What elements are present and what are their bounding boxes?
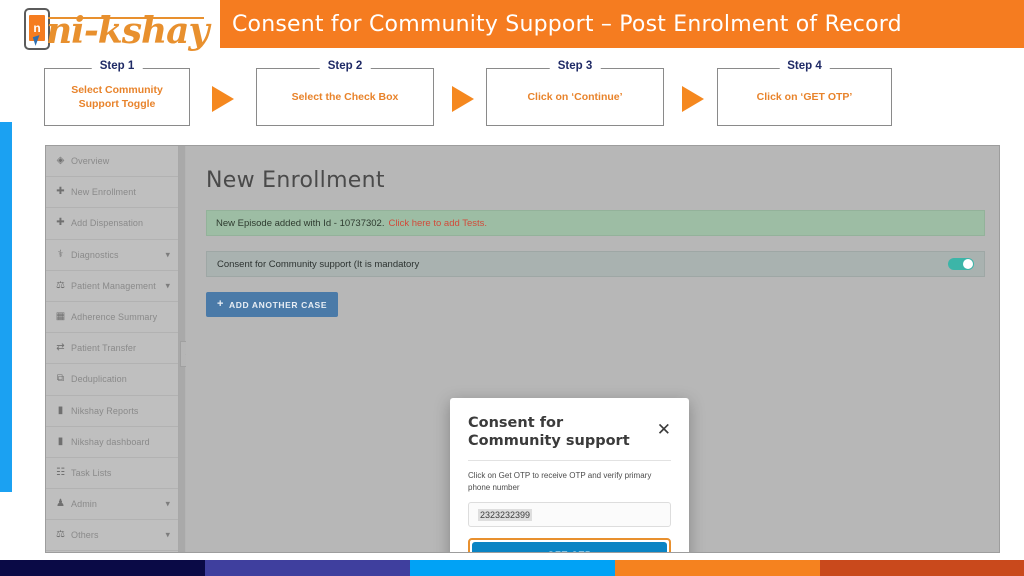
alert-message: New Episode added with Id - 10737302. [216,217,385,229]
step-label-3: Step 3 [549,60,601,72]
close-icon[interactable]: ✕ [657,422,671,439]
get-otp-button[interactable]: GET OTP [472,542,667,552]
dashboard-icon: ◈ [56,155,65,167]
sidebar-item-add-dispensation[interactable]: ✚ Add Dispensation [46,208,178,240]
transfer-arrows-icon: ⇄ [56,342,65,354]
sidebar-item-label: Others [71,530,99,541]
community-support-toggle[interactable] [948,258,974,270]
consent-modal: Consent for Community support ✕ Click on… [450,398,689,552]
bottom-bar-segment-1 [0,560,205,576]
sidebar-item-patient-management[interactable]: ⚖ Patient Management ▾ [46,271,178,302]
modal-divider [468,460,671,462]
page-title-banner: Consent for Community Support – Post Enr… [232,11,902,37]
stethoscope-icon: ⚕ [57,248,64,260]
modal-title: Consent for Community support [468,415,630,450]
sidebar-item-label: Patient Transfer [71,343,137,354]
bottom-bar-segment-5 [820,560,1024,576]
modal-description: Click on Get OTP to receive OTP and veri… [468,471,652,492]
plus-icon: + [217,298,225,310]
step-box-1: Step 1 Select Community Support Toggle [44,60,190,126]
add-another-case-button[interactable]: + ADD ANOTHER CASE [206,292,339,317]
logo-wordmark: ni-kshay [46,10,209,52]
sidebar-item-label: Adherence Summary [71,312,158,323]
calendar-icon: ▦ [55,311,66,323]
step-text-3: Click on ‘Continue’ [527,90,623,103]
chevron-down-icon[interactable]: ▾ [165,499,170,510]
step-text-1: Select Community Support Toggle [71,83,163,110]
slide-root: Consent for Community Support – Post Enr… [0,0,1024,576]
sidebar-item-label: Patient Management [71,280,156,291]
app-sidebar[interactable]: ◈ Overview ✚ New Enrollment ✚ Add Dispen… [46,146,179,552]
success-alert: New Episode added with Id - 10737302. Cl… [206,210,985,236]
chevron-down-icon[interactable]: ▾ [165,249,170,260]
document-icon: ▮ [57,404,64,416]
primary-phone-value: 2323232399 [478,508,533,521]
plus-icon: ✚ [56,217,65,229]
sidebar-item-label: Admin [71,499,98,510]
sidebar-item-overview[interactable]: ◈ Overview [46,146,178,178]
step-arrow-2 [452,86,474,112]
primary-phone-field[interactable]: 2323232399 [468,502,671,528]
bottom-color-bar [0,560,1024,576]
sidebar-item-admin[interactable]: ♟ Admin ▾ [46,489,178,521]
medical-bag-icon: ⚖ [56,279,65,291]
sidebar-item-diagnostics[interactable]: ⚕ Diagnostics ▾ [46,240,178,271]
modal-header: Consent for Community support ✕ [468,414,671,450]
header-banner: Consent for Community Support – Post Enr… [220,0,1024,48]
nikshay-logo: n ni-kshay [24,6,214,52]
steps-strip: Step 1 Select Community Support Toggle S… [44,60,984,128]
sidebar-item-others[interactable]: ⚖ Others ▾ [46,520,178,552]
sidebar-item-label: Nikshay dashboard [71,436,150,447]
consent-section-label: Consent for Community support (It is man… [217,258,420,270]
sidebar-item-adherence-summary[interactable]: ▦ Adherence Summary [46,302,178,334]
step-box-3: Step 3 Click on ‘Continue’ [486,60,664,126]
left-accent-strip [0,122,12,492]
bottom-bar-segment-2 [205,560,410,576]
sidebar-item-nikshay-dashboard[interactable]: ▮ Nikshay dashboard [46,427,178,458]
step-text-4: Click on ‘GET OTP’ [756,90,853,103]
bottom-bar-segment-3 [410,560,615,576]
sidebar-item-new-enrollment[interactable]: ✚ New Enrollment [46,177,178,209]
content-page-title: New Enrollment [206,168,385,193]
sidebar-item-patient-transfer[interactable]: ⇄ Patient Transfer [46,333,178,365]
step-box-4: Step 4 Click on ‘GET OTP’ [717,60,892,126]
sidebar-item-nikshay-reports[interactable]: ▮ Nikshay Reports [46,396,178,427]
app-screenshot-panel: ◈ Overview ✚ New Enrollment ✚ Add Dispen… [45,145,1000,553]
step-arrow-1 [212,86,234,112]
user-icon: ♟ [56,498,65,510]
step-label-2: Step 2 [319,60,371,72]
step-box-2: Step 2 Select the Check Box [256,60,434,126]
document-icon: ▮ [57,435,64,447]
sidebar-item-task-lists[interactable]: ☷ Task Lists [46,458,178,490]
medical-bag-icon: ⚖ [56,529,65,541]
sidebar-item-label: Diagnostics [71,249,119,260]
sidebar-item-label: Overview [71,156,110,167]
step-text-2: Select the Check Box [291,90,399,103]
consent-section-bar: Consent for Community support (It is man… [206,251,985,277]
get-otp-highlight-box: GET OTP [468,538,671,552]
sidebar-item-label: Task Lists [71,467,112,478]
sidebar-item-label: Nikshay Reports [71,405,139,416]
copy-icon: ⧉ [56,373,65,385]
plus-icon: ✚ [56,186,65,198]
chevron-down-icon[interactable]: ▾ [165,530,170,541]
add-tests-link[interactable]: Click here to add Tests. [388,218,487,229]
sidebar-item-label: Deduplication [71,374,127,385]
list-icon: ☷ [56,466,65,478]
add-another-case-label: ADD ANOTHER CASE [229,299,328,310]
chevron-down-icon[interactable]: ▾ [165,280,170,291]
step-label-4: Step 4 [779,60,830,72]
bottom-bar-segment-4 [615,560,820,576]
sidebar-item-label: Add Dispensation [71,218,144,229]
step-arrow-3 [682,86,704,112]
sidebar-item-deduplication[interactable]: ⧉ Deduplication [46,364,178,396]
sidebar-item-label: New Enrollment [71,187,136,198]
step-label-1: Step 1 [91,60,143,72]
